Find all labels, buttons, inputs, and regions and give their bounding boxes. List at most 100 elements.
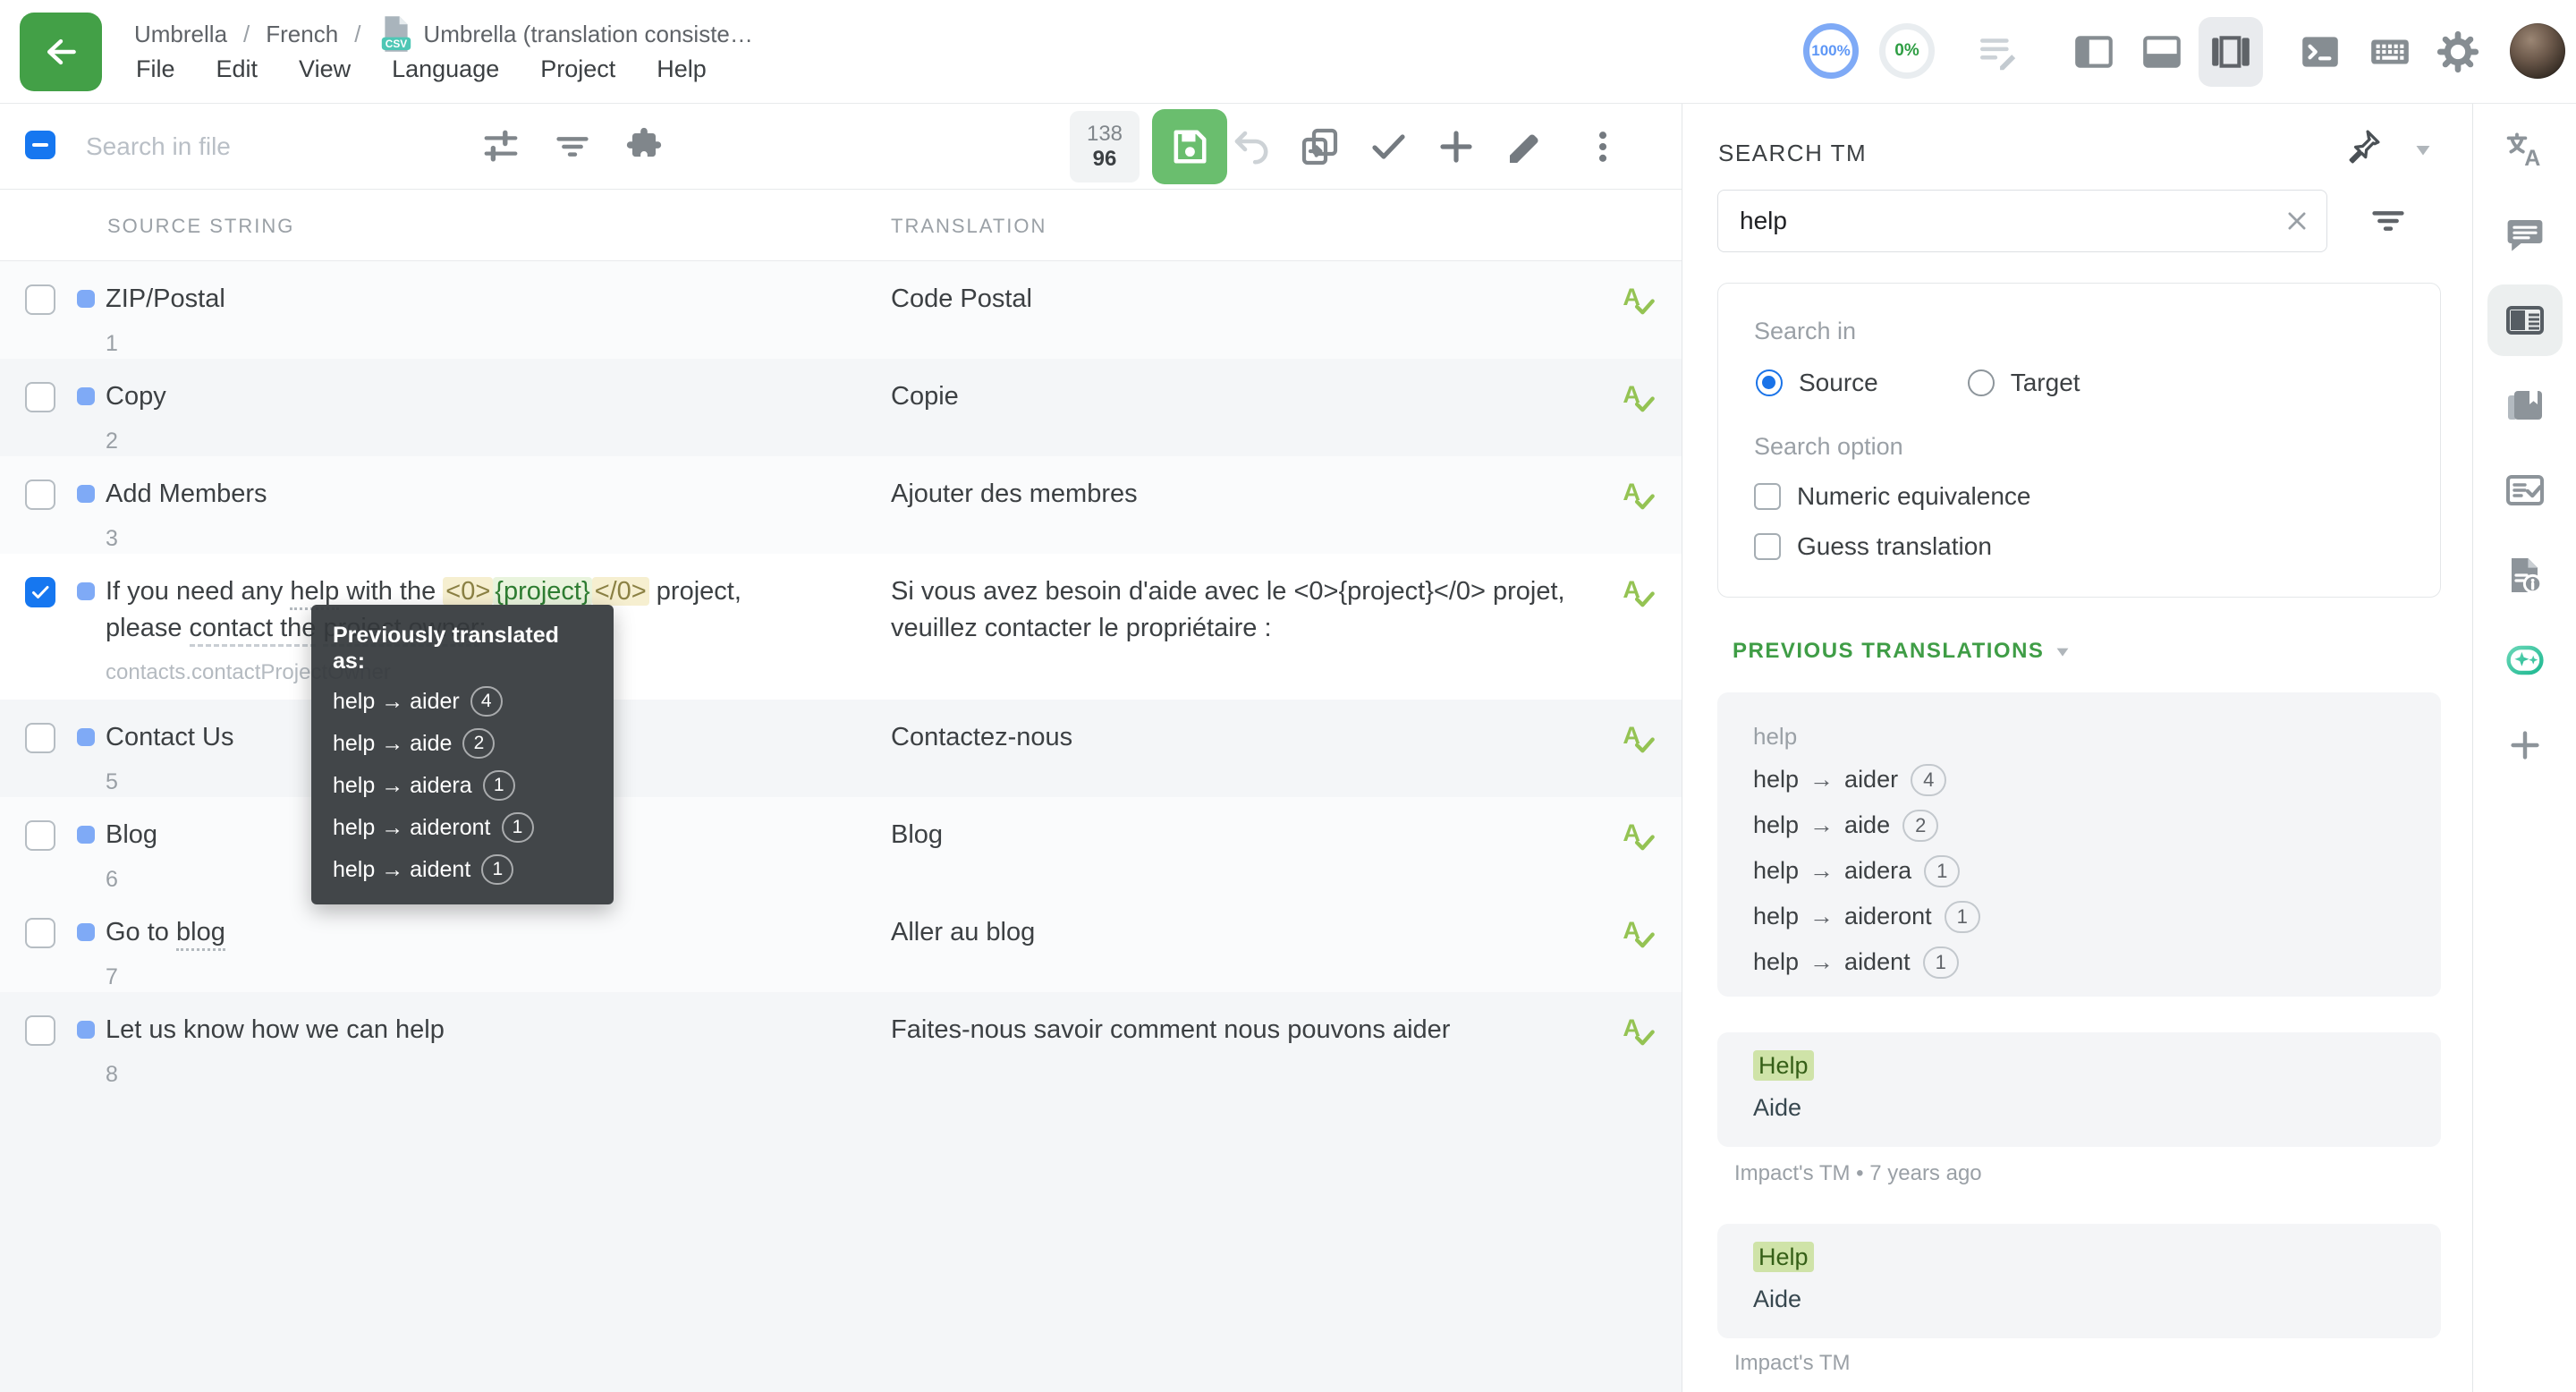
avatar[interactable] (2510, 23, 2565, 79)
string-row[interactable]: Blog6Blog A (0, 797, 1682, 895)
search-tm-panel: SEARCH TM Search in Source (1682, 104, 2472, 1392)
strings-table: ZIP/Postal1Code Postal A Copy2Copie A Ad… (0, 261, 1682, 1090)
string-row[interactable]: ZIP/Postal1Code Postal A (0, 261, 1682, 359)
string-status-dot (77, 923, 95, 941)
tm-result-target: Aide (1753, 1286, 2405, 1313)
row-checkbox[interactable] (25, 918, 55, 948)
string-row[interactable]: Let us know how we can help8Faites-nous … (0, 992, 1682, 1090)
row-checkbox[interactable] (25, 1015, 55, 1046)
guess-translation-box (1754, 533, 1781, 560)
back-button[interactable] (20, 13, 102, 91)
tm-result[interactable]: Help Aide (1717, 1032, 2441, 1147)
clear-search-icon[interactable] (2284, 208, 2310, 239)
string-id: 2 (106, 423, 821, 460)
tm-search-input[interactable] (1718, 191, 2326, 251)
more-options-icon[interactable] (1581, 125, 1624, 168)
spellcheck-icon[interactable]: A (1619, 817, 1657, 854)
previous-translation-item[interactable]: help→aide2 (1753, 802, 2405, 848)
previous-items: help→aider4help→aide2help→aidera1help→ai… (1753, 757, 2405, 985)
source-string: Go to blog7 (106, 914, 821, 996)
tab-glossary[interactable] (2473, 371, 2576, 439)
checkbox-guess-translation[interactable]: Guess translation (1754, 532, 2404, 561)
source-string: Let us know how we can help8 (106, 1012, 821, 1093)
row-checkbox[interactable] (25, 820, 55, 851)
string-row[interactable]: Go to blog7Aller au blog A (0, 895, 1682, 992)
menu-view[interactable]: View (299, 55, 351, 83)
plugins-puzzle-icon[interactable] (623, 125, 665, 168)
translated-progress-ring[interactable]: 100% (1803, 23, 1859, 79)
breadcrumb-language[interactable]: French (266, 21, 338, 48)
tab-file-info[interactable] (2473, 541, 2576, 609)
add-panel-button[interactable] (2473, 711, 2576, 779)
tab-translate[interactable]: A (2473, 116, 2576, 184)
spellcheck-icon[interactable]: A (1619, 719, 1657, 757)
string-row[interactable]: Copy2Copie A (0, 359, 1682, 456)
filtered-count: 96 (1093, 147, 1117, 172)
row-checkbox[interactable] (25, 723, 55, 753)
radio-target[interactable]: Target (1968, 369, 2080, 397)
layout-right-panel-icon[interactable] (2207, 29, 2254, 75)
tab-search-tm[interactable] (2473, 286, 2576, 354)
menu-project[interactable]: Project (540, 55, 615, 83)
row-checkbox[interactable] (25, 480, 55, 510)
tab-ai-assistant[interactable] (2473, 626, 2576, 694)
total-count: 138 (1087, 122, 1123, 147)
layout-left-panel-icon[interactable] (2071, 29, 2117, 75)
drafts-icon[interactable] (1975, 29, 2021, 75)
approved-progress-ring[interactable]: 0% (1879, 23, 1935, 79)
translation-string: Copie (891, 378, 1597, 415)
checkbox-numeric-equivalence[interactable]: Numeric equivalence (1754, 482, 2404, 511)
string-row[interactable]: Contact Us5Contactez-nous A (0, 700, 1682, 797)
menu-file[interactable]: File (136, 55, 175, 83)
keyboard-shortcuts-icon[interactable] (2367, 29, 2413, 75)
tm-result[interactable]: Help Aide (1717, 1224, 2441, 1338)
row-checkbox-checked[interactable] (25, 577, 55, 607)
menu-language[interactable]: Language (392, 55, 499, 83)
translation-string: Contactez-nous (891, 719, 1597, 756)
previous-translation-item[interactable]: help→aidera1 (1753, 848, 2405, 894)
row-checkbox[interactable] (25, 284, 55, 315)
radio-source[interactable]: Source (1756, 369, 1878, 397)
previous-translation-item[interactable]: help→aideront1 (1753, 894, 2405, 939)
previous-translation-item[interactable]: help→aident1 (1753, 939, 2405, 985)
spellcheck-icon[interactable]: A (1619, 378, 1657, 416)
row-checkbox[interactable] (25, 382, 55, 412)
string-status-dot (77, 485, 95, 503)
previous-translation-item[interactable]: help→aider4 (1753, 757, 2405, 802)
tm-filter-icon[interactable] (2368, 200, 2409, 246)
panel-collapse-caret-icon[interactable] (2413, 143, 2433, 161)
select-all-checkbox[interactable] (25, 131, 55, 159)
console-icon[interactable] (2297, 29, 2343, 75)
menu-edit[interactable]: Edit (216, 55, 258, 83)
settings-gear-icon[interactable] (2435, 29, 2481, 75)
file-search-input[interactable] (86, 120, 426, 174)
edit-pencil-icon[interactable] (1503, 125, 1546, 168)
string-row[interactable]: Add Members3Ajouter des membres A (0, 456, 1682, 554)
undo-icon[interactable] (1231, 125, 1274, 168)
tab-comments[interactable] (2473, 201, 2576, 269)
spellcheck-icon[interactable]: A (1619, 476, 1657, 514)
approve-check-icon[interactable] (1367, 125, 1410, 168)
string-status-dot (77, 826, 95, 844)
table-header: SOURCE STRING TRANSLATION (0, 190, 1682, 261)
layout-bottom-panel-icon[interactable] (2139, 29, 2185, 75)
spellcheck-icon[interactable]: A (1619, 1012, 1657, 1049)
save-button[interactable] (1152, 109, 1227, 184)
sort-filter-icon[interactable] (551, 125, 594, 168)
previous-translations-toggle[interactable]: PREVIOUS TRANSLATIONS (1733, 639, 2071, 664)
menu-help[interactable]: Help (657, 55, 707, 83)
tab-qa-checks[interactable] (2473, 456, 2576, 524)
tm-result-source: Help (1753, 1052, 2405, 1080)
pin-icon[interactable] (2343, 127, 2383, 171)
filter-settings-icon[interactable] (479, 125, 522, 168)
breadcrumb-file[interactable]: Umbrella (translation consiste… (423, 21, 752, 48)
spellcheck-icon[interactable]: A (1619, 914, 1657, 952)
spellcheck-icon[interactable]: A (1619, 281, 1657, 318)
copy-source-icon[interactable] (1299, 125, 1342, 168)
breadcrumb-project[interactable]: Umbrella (134, 21, 227, 48)
string-row[interactable]: If you need any help with the <0>{projec… (0, 554, 1682, 700)
numeric-equivalence-label: Numeric equivalence (1797, 482, 2030, 511)
add-string-icon[interactable] (1435, 125, 1478, 168)
translation-count-badge: 1 (483, 770, 515, 801)
spellcheck-icon[interactable]: A (1619, 573, 1657, 611)
